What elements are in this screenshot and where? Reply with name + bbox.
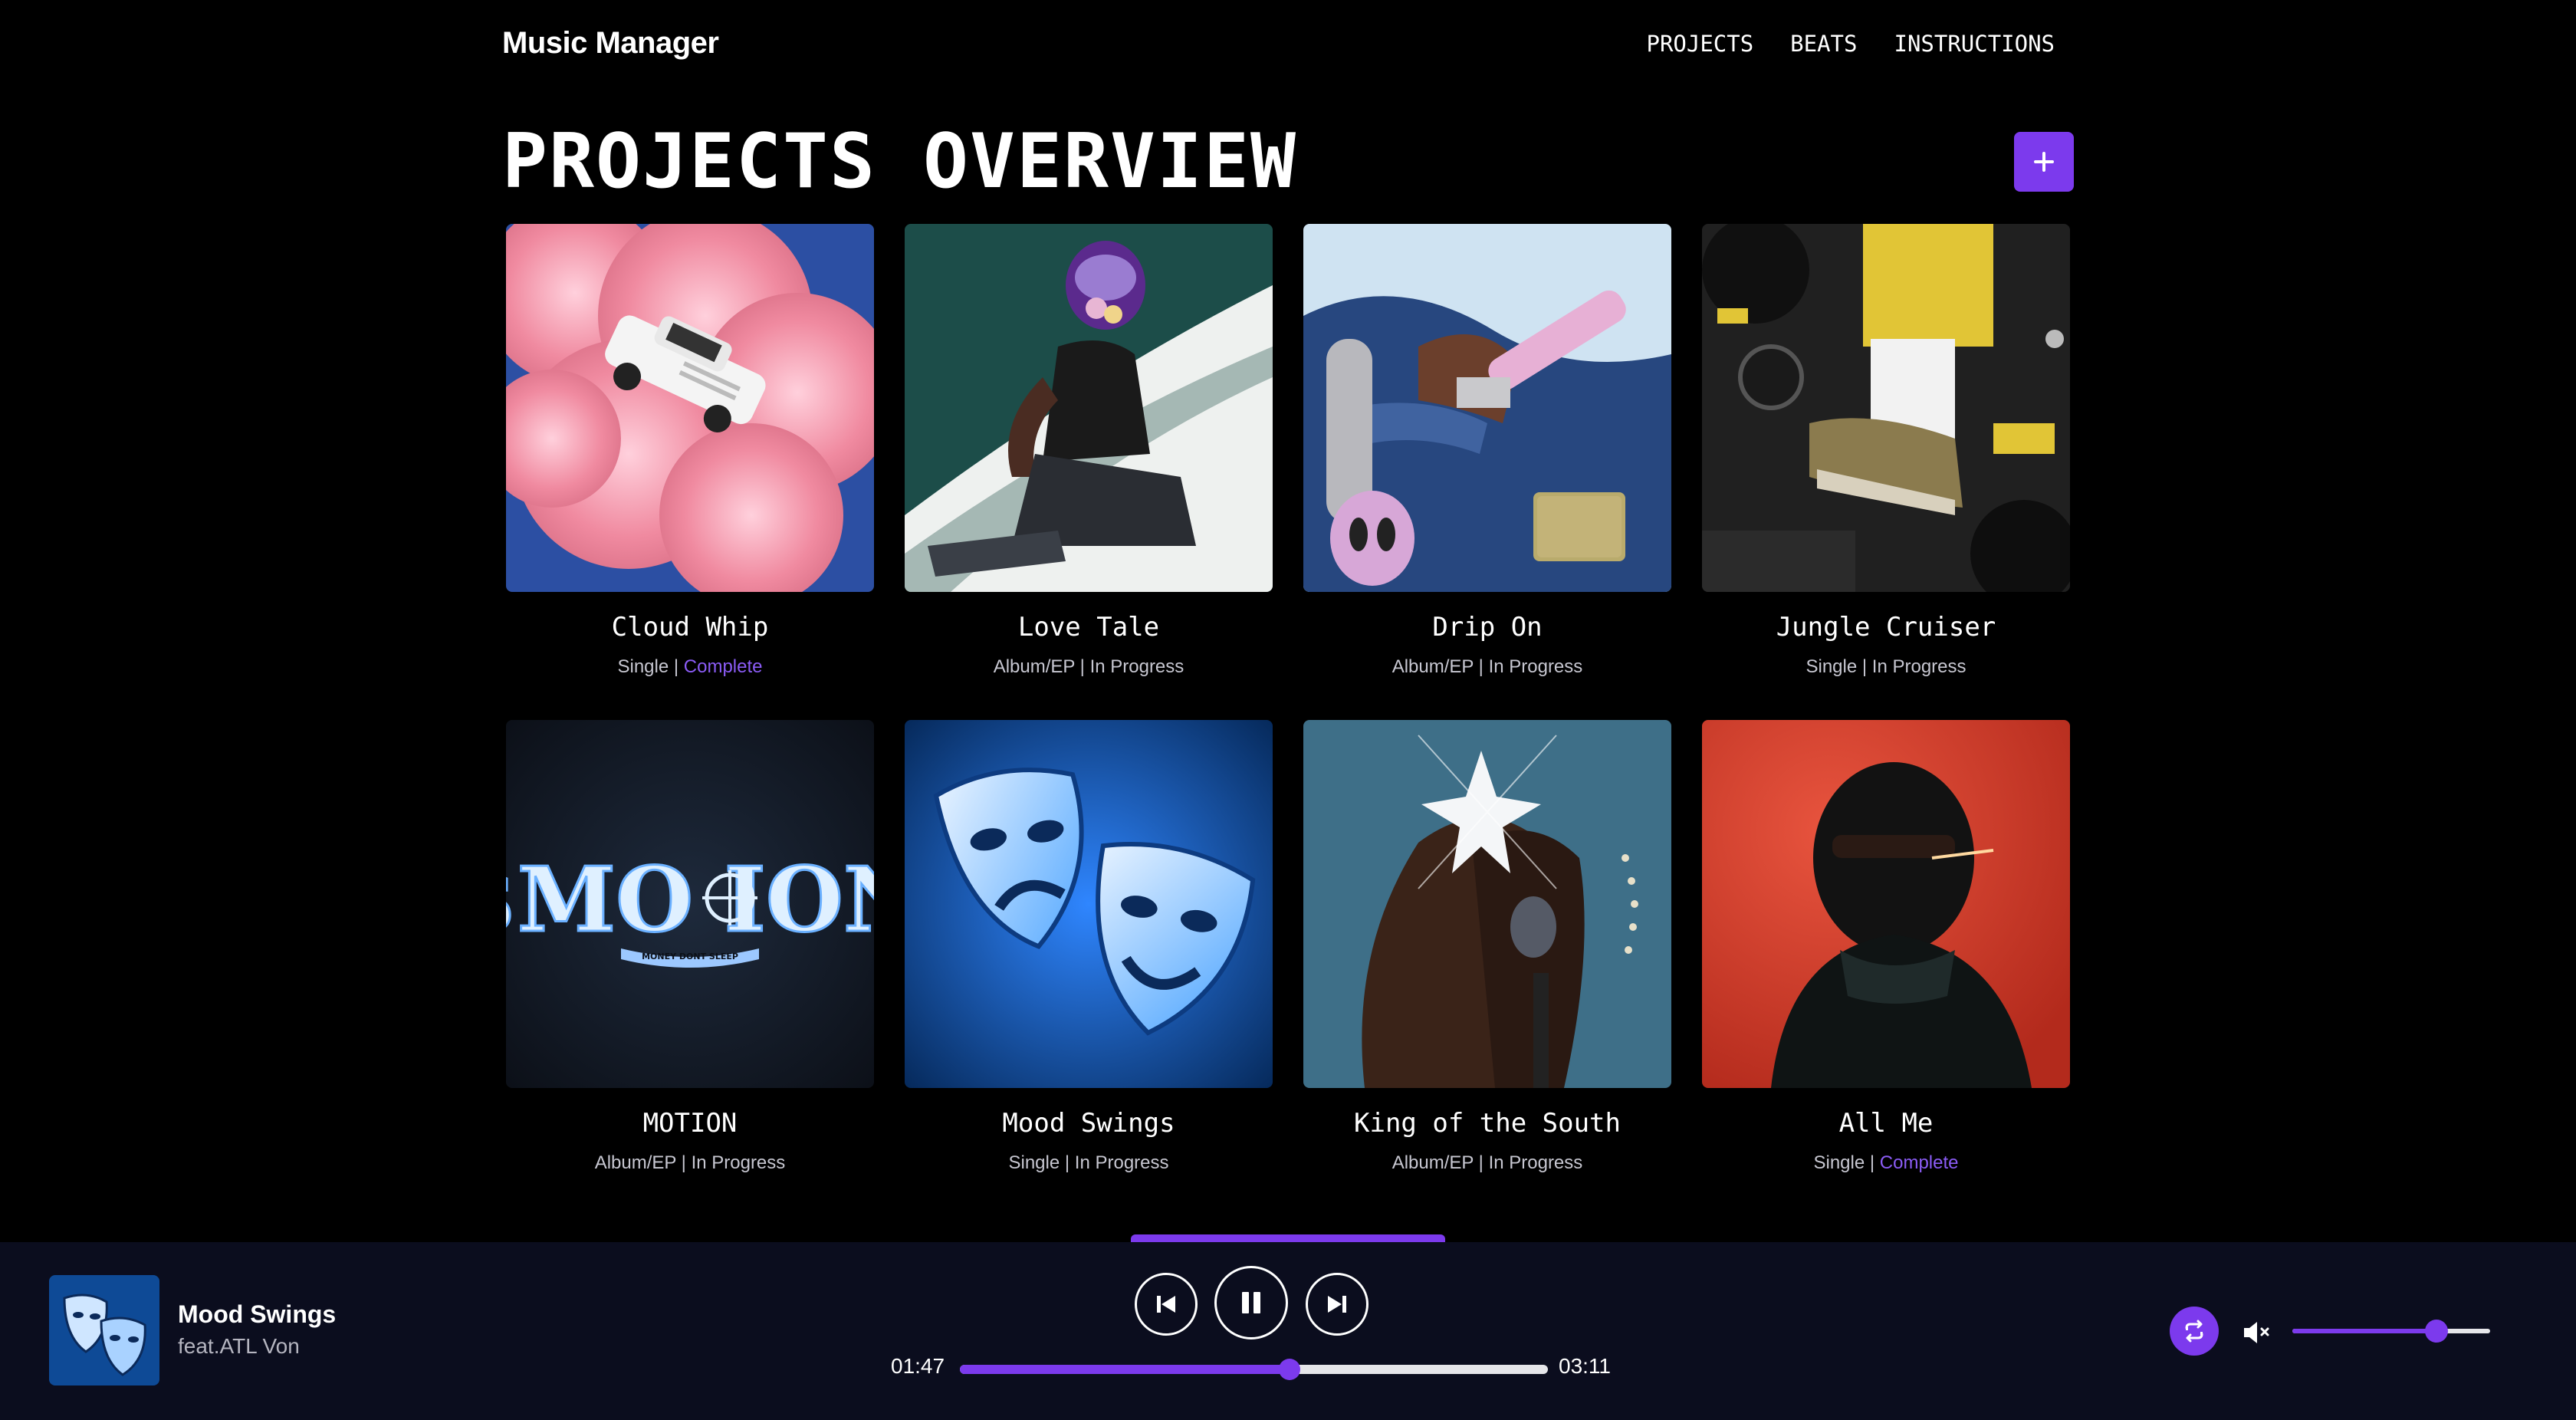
volume-slider[interactable] xyxy=(2292,1320,2490,1343)
volume-fill xyxy=(2292,1329,2437,1333)
project-meta: Single | Complete xyxy=(1813,1152,1959,1173)
project-meta: Album/EP | In Progress xyxy=(1392,1152,1583,1173)
nav-beats[interactable]: BEATS xyxy=(1790,31,1857,57)
motion-logo-text: $MO ION xyxy=(506,848,874,952)
skip-forward-icon xyxy=(1328,1296,1346,1313)
project-title: MOTION xyxy=(642,1108,738,1139)
volume-muted-icon[interactable] xyxy=(2242,1319,2272,1346)
project-meta: Album/EP | In Progress xyxy=(993,656,1184,677)
project-title: Jungle Cruiser xyxy=(1776,612,1996,643)
motion-tagline-text: MONEY DONT SLEEP xyxy=(642,952,738,961)
play-pause-button[interactable] xyxy=(1214,1266,1288,1339)
project-card[interactable]: Love Tale Album/EP | In Progress xyxy=(905,224,1273,677)
now-playing-cover xyxy=(49,1275,159,1385)
project-card[interactable]: Drip On Album/EP | In Progress xyxy=(1303,224,1671,677)
skip-back-icon xyxy=(1157,1296,1175,1313)
project-status: Complete xyxy=(683,656,763,677)
project-meta: Album/EP | In Progress xyxy=(1392,656,1583,677)
project-status: In Progress xyxy=(1488,1152,1583,1173)
project-meta: Single | In Progress xyxy=(1008,1152,1169,1173)
main-nav: PROJECTS BEATS INSTRUCTIONS xyxy=(1646,31,2055,57)
project-type: Single xyxy=(1813,1152,1865,1173)
plus-icon xyxy=(2034,152,2054,172)
project-status: In Progress xyxy=(691,1152,786,1173)
progress-fill xyxy=(960,1365,1290,1374)
project-card[interactable]: Cloud Whip Single | Complete xyxy=(506,224,874,677)
brand-logo[interactable]: Music Manager xyxy=(502,26,719,61)
project-type: Single xyxy=(1806,656,1858,677)
project-card[interactable]: Jungle Cruiser Single | In Progress xyxy=(1702,224,2070,677)
pause-icon xyxy=(1242,1292,1260,1313)
project-type: Single xyxy=(1008,1152,1060,1173)
project-meta: Album/EP | In Progress xyxy=(594,1152,786,1173)
add-project-button[interactable] xyxy=(2014,132,2074,192)
project-meta: Single | Complete xyxy=(617,656,763,677)
project-status: In Progress xyxy=(1089,656,1184,677)
project-title: King of the South xyxy=(1354,1108,1621,1139)
page-title: PROJECTS OVERVIEW xyxy=(502,118,1298,205)
current-time: 01:47 xyxy=(891,1354,945,1378)
project-title: Cloud Whip xyxy=(611,612,769,643)
project-title: Mood Swings xyxy=(1002,1108,1175,1139)
volume-thumb[interactable] xyxy=(2425,1320,2449,1343)
project-artwork xyxy=(506,224,874,592)
project-artwork: $MO ION MONEY DONT SLEEP xyxy=(506,720,874,1088)
music-player-bar: Mood Swings feat.ATL Von 01:47 03:11 xyxy=(0,1242,2576,1420)
progress-bar[interactable] xyxy=(960,1359,1548,1380)
project-card[interactable]: King of the South Album/EP | In Progress xyxy=(1303,720,1671,1173)
project-card[interactable]: Mood Swings Single | In Progress xyxy=(905,720,1273,1173)
project-artwork xyxy=(905,224,1273,592)
previous-button[interactable] xyxy=(1135,1273,1198,1336)
project-artwork xyxy=(1702,720,2070,1088)
project-type: Album/EP xyxy=(1392,656,1474,677)
project-type: Album/EP xyxy=(594,1152,676,1173)
project-card[interactable]: $MO ION MONEY DONT SLEEP MOTION Album/EP… xyxy=(506,720,874,1173)
project-artwork xyxy=(1303,224,1671,592)
project-artwork xyxy=(1303,720,1671,1088)
project-card[interactable]: All Me Single | Complete xyxy=(1702,720,2070,1173)
now-playing-title: Mood Swings xyxy=(178,1300,337,1328)
total-time: 03:11 xyxy=(1559,1354,1611,1378)
repeat-button[interactable] xyxy=(2170,1307,2219,1356)
scroll-indicator[interactable] xyxy=(1131,1234,1445,1242)
nav-instructions[interactable]: INSTRUCTIONS xyxy=(1894,31,2055,57)
projects-grid: Cloud Whip Single | Complete Love Tale A… xyxy=(506,224,2070,1173)
project-status: In Progress xyxy=(1871,656,1967,677)
project-title: Drip On xyxy=(1432,612,1543,643)
project-type: Album/EP xyxy=(1392,1152,1474,1173)
project-title: Love Tale xyxy=(1017,612,1160,643)
project-artwork xyxy=(1702,224,2070,592)
now-playing-artist: feat.ATL Von xyxy=(178,1334,300,1358)
project-artwork xyxy=(905,720,1273,1088)
progress-thumb[interactable] xyxy=(1278,1359,1300,1380)
repeat-icon xyxy=(2185,1320,2203,1343)
project-status: In Progress xyxy=(1488,656,1583,677)
project-status: In Progress xyxy=(1074,1152,1169,1173)
project-title: All Me xyxy=(1838,1108,1934,1139)
top-header: Music Manager PROJECTS BEATS INSTRUCTION… xyxy=(502,0,2074,88)
project-type: Album/EP xyxy=(993,656,1075,677)
next-button[interactable] xyxy=(1306,1273,1368,1336)
project-meta: Single | In Progress xyxy=(1806,656,1967,677)
project-type: Single xyxy=(617,656,669,677)
nav-projects[interactable]: PROJECTS xyxy=(1646,31,1753,57)
project-status: Complete xyxy=(1879,1152,1959,1173)
